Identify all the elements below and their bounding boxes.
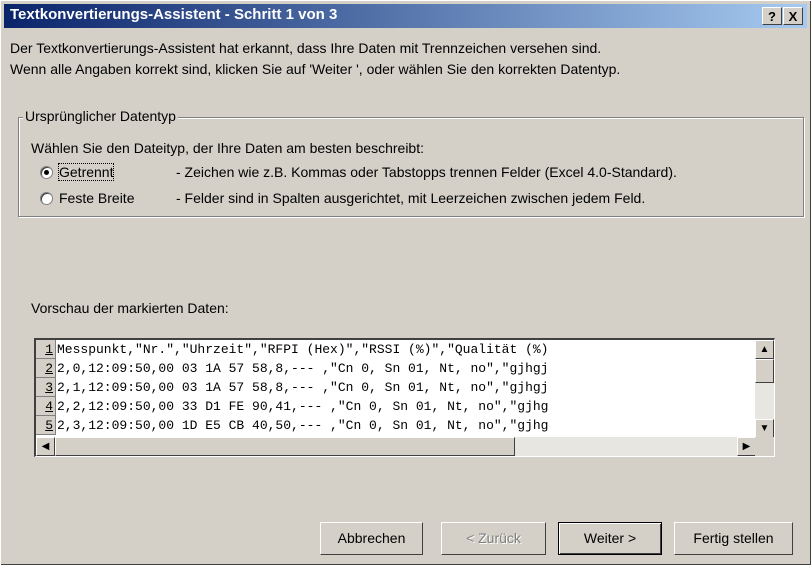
intro-text: Der Textkonvertierungs-Assistent hat erk… [10, 38, 620, 80]
datatype-group-label: Ursprünglicher Datentyp [23, 108, 178, 124]
back-button[interactable]: < Zurück [441, 522, 546, 555]
window-title: Textkonvertierungs-Assistent - Schritt 1… [10, 6, 338, 23]
row-text: Messpunkt,"Nr.","Uhrzeit","RFPI (Hex)","… [57, 342, 549, 357]
close-button[interactable]: X [783, 7, 803, 25]
row-number: 2 [36, 359, 56, 378]
row-text: 2,3,12:09:50,00 1D E5 CB 40,50,--- ,"Cn … [57, 418, 549, 433]
next-button[interactable]: Weiter > [558, 522, 662, 555]
row-number: 5 [36, 416, 56, 435]
row-text: 2,2,12:09:50,00 33 D1 FE 90,41,--- ,"Cn … [57, 399, 549, 414]
help-button[interactable]: ? [762, 7, 782, 25]
data-preview[interactable]: 1 Messpunkt,"Nr.","Uhrzeit","RFPI (Hex)",… [34, 338, 775, 457]
radio-selected-dot [44, 170, 49, 175]
horizontal-scrollbar[interactable]: ◀ ▶ [36, 437, 756, 456]
intro-line-2: Wenn alle Angaben korrekt sind, klicken … [10, 61, 621, 77]
radio-button-icon[interactable] [40, 166, 53, 179]
preview-label: Vorschau der markierten Daten: [31, 300, 229, 316]
radio-getrennt-label[interactable]: Getrennt [57, 163, 115, 181]
radio-feste-breite-description: - Felder sind in Spalten ausgerichtet, m… [176, 190, 646, 206]
row-text: 2,0,12:09:50,00 03 1A 57 58,8,--- ,"Cn 0… [57, 361, 549, 376]
row-text: 2,1,12:09:50,00 03 1A 57 58,8,--- ,"Cn 0… [57, 380, 549, 395]
scrollbar-corner [755, 437, 774, 456]
table-row: 2 2,0,12:09:50,00 03 1A 57 58,8,--- ,"Cn … [36, 359, 756, 378]
intro-line-1: Der Textkonvertierungs-Assistent hat erk… [10, 40, 602, 56]
row-number: 1 [36, 340, 56, 359]
cancel-button[interactable]: Abbrechen [320, 522, 423, 555]
table-row: 4 2,2,12:09:50,00 33 D1 FE 90,41,--- ,"Cn… [36, 397, 756, 416]
radio-feste-breite-label[interactable]: Feste Breite [59, 190, 134, 206]
scroll-right-icon[interactable]: ▶ [737, 437, 756, 456]
datatype-prompt: Wählen Sie den Dateityp, der Ihre Daten … [31, 140, 424, 156]
scroll-up-icon[interactable]: ▲ [755, 340, 774, 359]
radio-getrennt-description: - Zeichen wie z.B. Kommas oder Tabstopps… [176, 164, 677, 180]
horizontal-scroll-thumb[interactable] [55, 437, 515, 456]
table-row: 3 2,1,12:09:50,00 03 1A 57 58,8,--- ,"Cn … [36, 378, 756, 397]
table-row: 5 2,3,12:09:50,00 1D E5 CB 40,50,--- ,"Cn… [36, 416, 756, 435]
scroll-down-icon[interactable]: ▼ [755, 419, 774, 438]
vertical-scroll-thumb[interactable] [755, 359, 774, 383]
title-bar[interactable]: Textkonvertierungs-Assistent - Schritt 1… [4, 4, 807, 28]
row-number: 4 [36, 397, 56, 416]
table-row: 1 Messpunkt,"Nr.","Uhrzeit","RFPI (Hex)",… [36, 340, 756, 359]
radio-button-icon[interactable] [40, 192, 53, 205]
preview-rows: 1 Messpunkt,"Nr.","Uhrzeit","RFPI (Hex)",… [36, 340, 756, 438]
vertical-scrollbar[interactable]: ▲ ▼ [755, 340, 774, 438]
scroll-left-icon[interactable]: ◀ [36, 437, 55, 456]
finish-button[interactable]: Fertig stellen [674, 522, 793, 555]
row-number: 3 [36, 378, 56, 397]
text-import-wizard-dialog: Textkonvertierungs-Assistent - Schritt 1… [0, 0, 812, 566]
